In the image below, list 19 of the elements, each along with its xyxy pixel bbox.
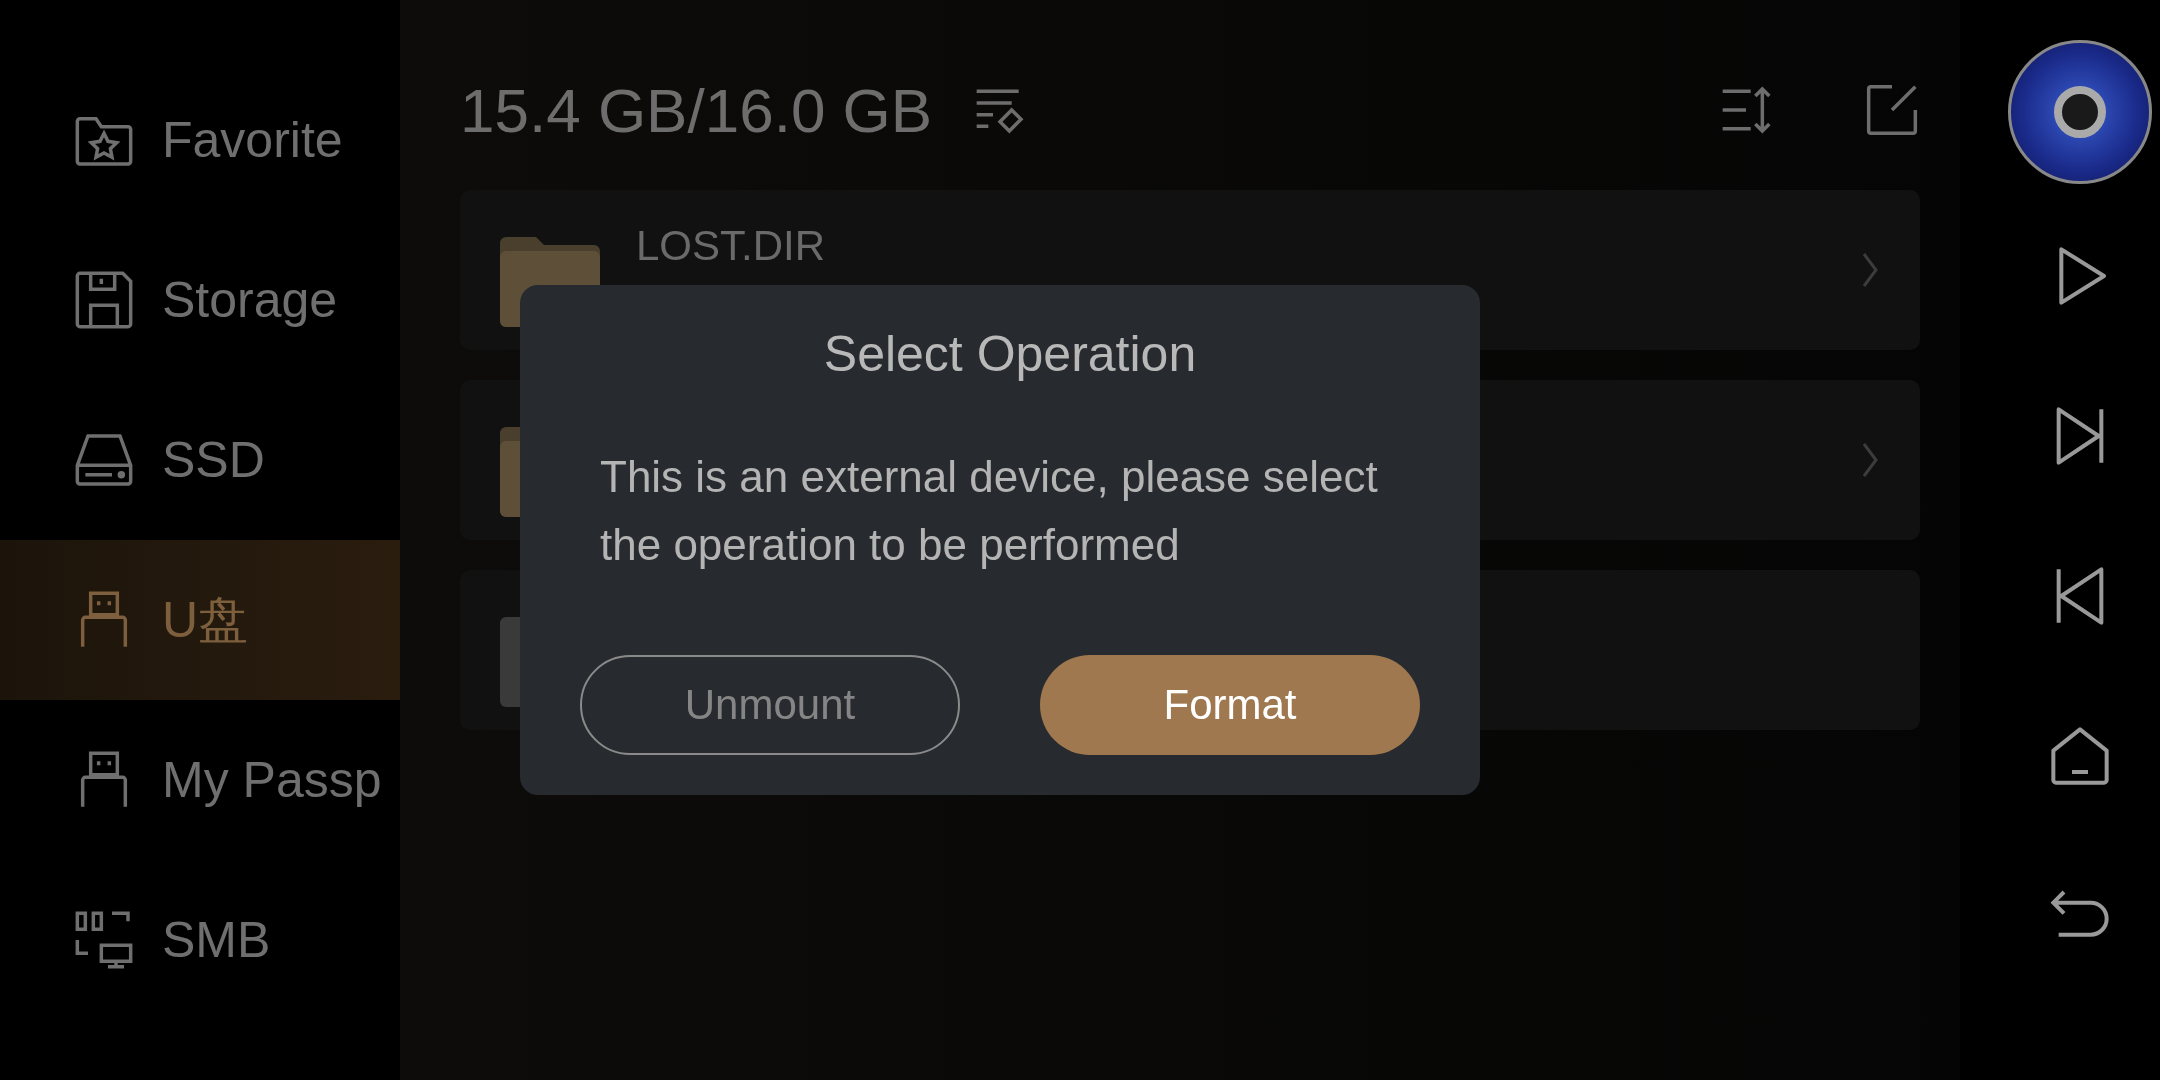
sidebar-item[interactable]: Storage bbox=[0, 220, 400, 380]
sidebar-label: U盘 bbox=[162, 590, 249, 650]
sidebar-item[interactable]: Favorite bbox=[0, 60, 400, 220]
sidebar-item[interactable]: My Passp bbox=[0, 700, 400, 860]
home-icon[interactable] bbox=[2048, 724, 2112, 788]
sidebar-label: Favorite bbox=[162, 111, 343, 169]
sidebar-label: Storage bbox=[162, 271, 338, 329]
sidebar-item[interactable]: SMB bbox=[0, 860, 400, 1020]
sidebar-label: My Passp bbox=[162, 751, 382, 809]
dialog-message: This is an external device, please select the operation to be performed bbox=[600, 451, 1379, 571]
sidebar-item[interactable]: U盘 bbox=[0, 540, 400, 700]
sidebar-label: SSD bbox=[162, 431, 265, 489]
edit-icon[interactable] bbox=[1864, 82, 1920, 138]
storage-capacity: 15.4 GB/16.0 GB bbox=[460, 74, 933, 146]
sidebar-item[interactable]: SSD bbox=[0, 380, 400, 540]
unmount-button[interactable]: Unmount bbox=[580, 655, 960, 755]
format-button[interactable]: Format bbox=[1040, 655, 1420, 755]
file-name: LOST.DIR bbox=[636, 222, 826, 270]
sidebar-label: SMB bbox=[162, 911, 271, 969]
